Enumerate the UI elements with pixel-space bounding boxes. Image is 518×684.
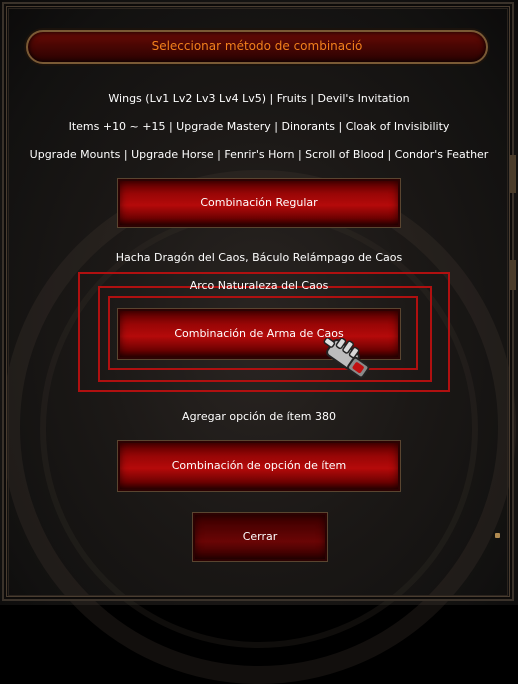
info-line-items: Items +10 ~ +15 | Upgrade Mastery | Dino… (68, 120, 450, 133)
right-edge-marker-top (510, 155, 516, 193)
item-option-combination-label: Combinación de opción de ítem (171, 459, 347, 472)
right-edge-marker-mid (510, 260, 516, 290)
window-title: Seleccionar método de combinació (151, 39, 363, 53)
corner-ornament-dot (495, 533, 500, 538)
option380-desc: Agregar opción de ítem 380 (182, 410, 336, 423)
regular-combination-button[interactable]: Combinación Regular (118, 179, 400, 227)
combination-method-window: Seleccionar método de combinació Wings (… (0, 0, 518, 684)
info-line-wings: Wings (Lv1 Lv2 Lv3 Lv4 Lv5) | Fruits | D… (108, 92, 410, 105)
gauntlet-hand-cursor-icon (323, 338, 370, 379)
chaos-weapon-desc-line2: Arco Naturaleza del Caos (189, 279, 329, 292)
regular-combination-label: Combinación Regular (200, 196, 318, 209)
info-line-mounts: Upgrade Mounts | Upgrade Horse | Fenrir'… (29, 148, 489, 161)
title-bar: Seleccionar método de combinació (26, 30, 488, 64)
item-option-combination-button[interactable]: Combinación de opción de ítem (118, 441, 400, 491)
close-button[interactable]: Cerrar (193, 513, 327, 561)
close-button-label: Cerrar (242, 530, 278, 543)
chaos-weapon-desc-line1: Hacha Dragón del Caos, Báculo Relámpago … (115, 251, 403, 264)
